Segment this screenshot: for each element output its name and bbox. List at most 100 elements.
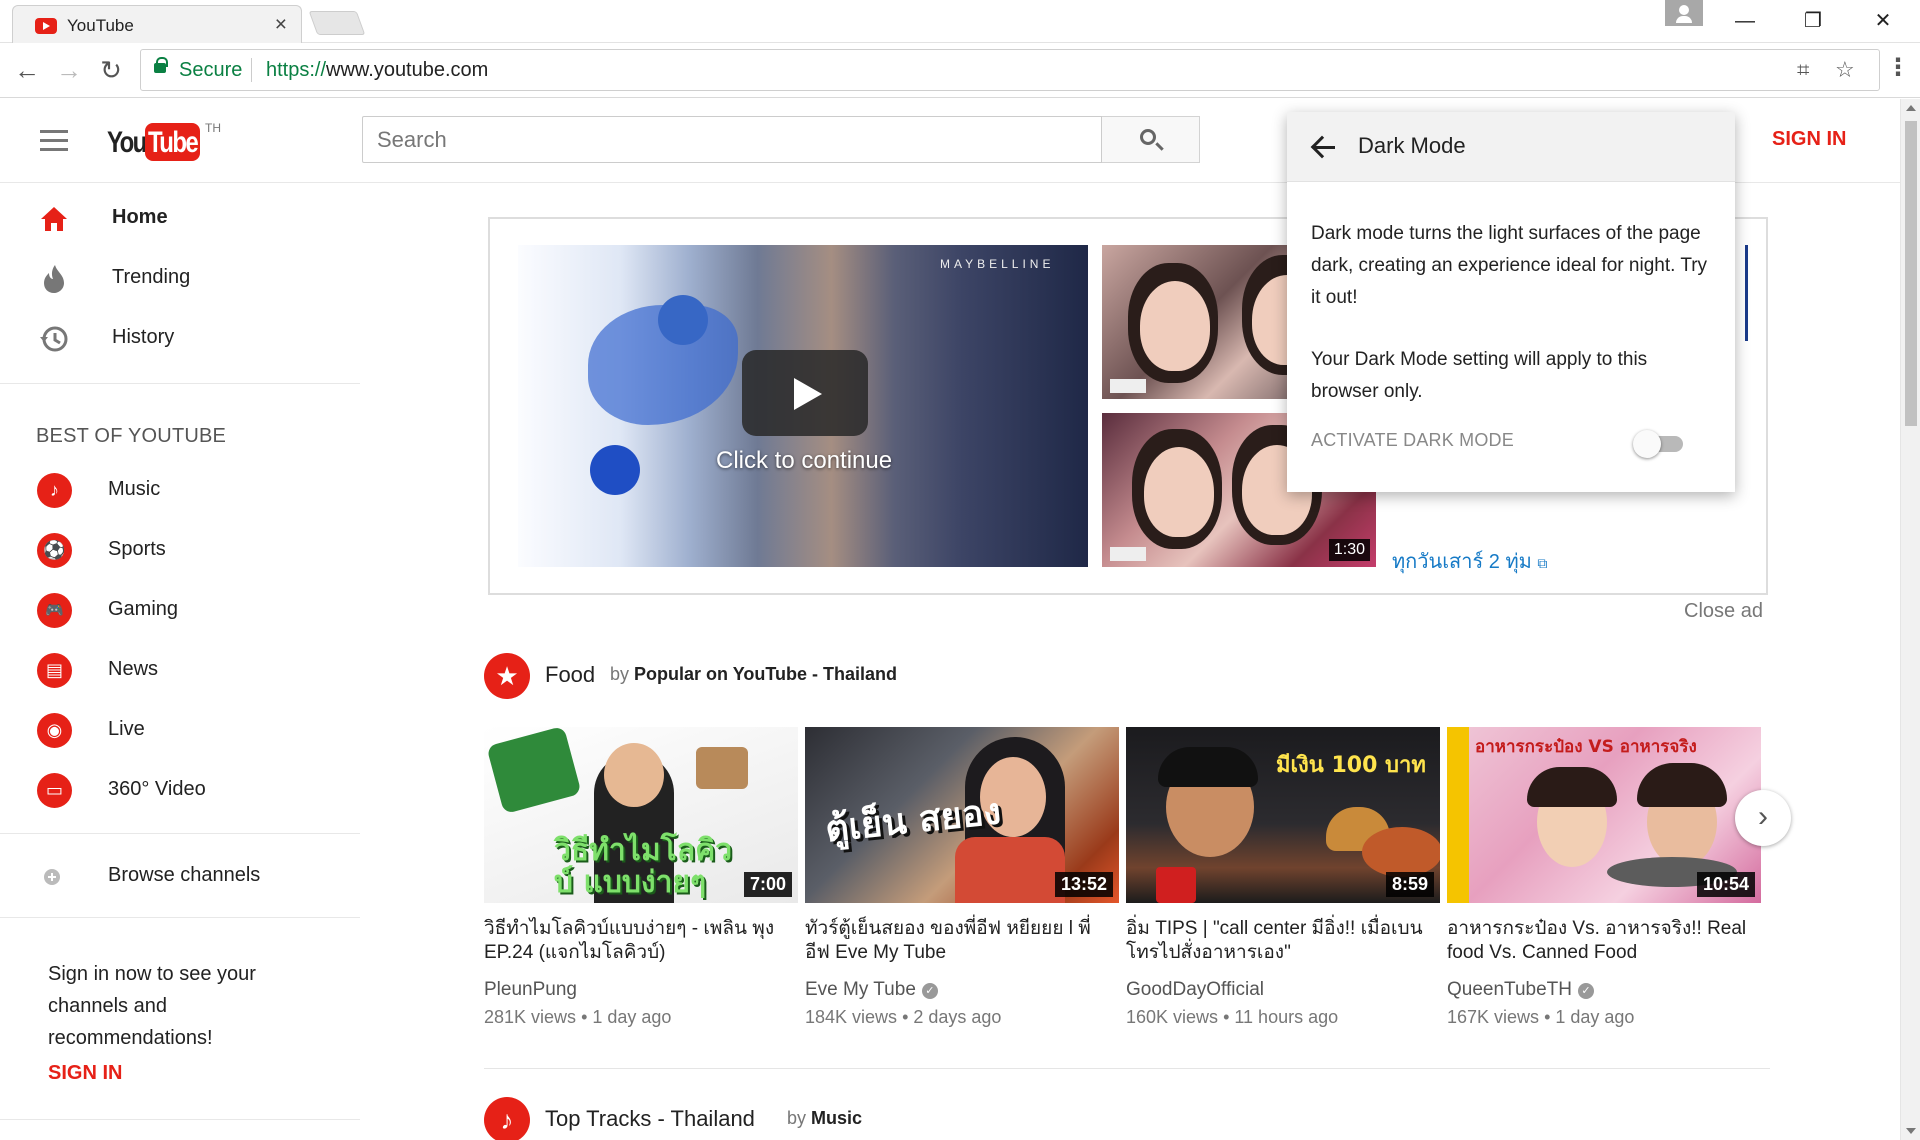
address-bar[interactable]: Secure https://www.youtube.com ⌗ ☆	[140, 49, 1880, 91]
dark-mode-toggle-label: ACTIVATE DARK MODE	[1311, 430, 1514, 450]
sidebar-item-label: History	[112, 326, 175, 348]
duration-badge: 1:30	[1328, 539, 1370, 561]
sidebar-item-label: Music	[108, 478, 161, 500]
sidebar-item-360-video[interactable]: ▭ 360° Video	[0, 763, 360, 819]
sidebar-item-music[interactable]: ♪ Music	[0, 463, 360, 519]
video-channel[interactable]: GoodDayOfficial	[1126, 979, 1264, 1001]
guide-menu-icon[interactable]	[40, 130, 68, 152]
search-button[interactable]	[1102, 116, 1200, 163]
sidebar-item-browse-channels[interactable]: Browse channels	[0, 849, 360, 905]
signin-button[interactable]: SIGN IN	[1772, 128, 1846, 151]
ad-schedule-link[interactable]: ทุกวันเสาร์ 2 ทุ่ม ⧉	[1392, 545, 1547, 577]
page-scrollbar[interactable]	[1900, 99, 1920, 1140]
sidebar-item-sports[interactable]: ⚽ Sports	[0, 523, 360, 579]
browser-toolbar: ← → ↻ Secure https://www.youtube.com ⌗ ☆…	[0, 43, 1920, 98]
shelf-divider	[484, 1068, 1770, 1069]
sidebar-item-trending[interactable]: Trending	[0, 251, 360, 307]
sidebar-item-label: Live	[108, 718, 145, 740]
thumbnail-overlay-text: อาหารกระป๋อง VS อาหารจริง	[1475, 737, 1697, 757]
view-count: 281K views	[484, 1007, 577, 1027]
video-card[interactable]: มีเงิน 100 บาท 8:59 อิ่ม TIPS | "call ce…	[1126, 727, 1440, 1027]
translate-icon[interactable]: ⌗	[1797, 57, 1809, 83]
shelf-title[interactable]: Food	[545, 662, 595, 688]
shelf-title[interactable]: Top Tracks - Thailand	[545, 1106, 755, 1132]
view-count: 184K views	[805, 1007, 898, 1027]
video-card[interactable]: วิธีทำไมโลคิวบ์ แบบง่ายๆ 7:00 วิธีทำไมโล…	[484, 727, 798, 1027]
click-to-continue[interactable]: Click to continue	[716, 447, 892, 475]
gaming-icon: 🎮	[37, 593, 72, 628]
duration-badge: 8:59	[1385, 872, 1434, 897]
video-channel[interactable]: Eve My Tube ✓	[805, 979, 938, 1001]
scroll-down-icon[interactable]	[1906, 1128, 1916, 1134]
search-input[interactable]	[362, 116, 1102, 163]
logo-country-code: TH	[205, 121, 221, 135]
best-of-youtube-heading: BEST OF YOUTUBE	[36, 425, 227, 447]
page-viewport: You Tube TH SIGN IN Home Trending Histor…	[0, 99, 1900, 1140]
duration-badge: 10:54	[1696, 872, 1755, 897]
sidebar-item-home[interactable]: Home	[0, 191, 360, 247]
tab-title: YouTube	[67, 16, 134, 35]
video-channel[interactable]: PleunPung	[484, 979, 577, 1001]
video-title[interactable]: ทัวร์ตู้เย็นสยอง ของพี่อีฟ หยียยย l พี่อ…	[805, 917, 1105, 965]
thumbnail-overlay-text: มีเงิน 100 บาท	[1276, 753, 1426, 778]
url-protocol: https://	[266, 59, 327, 81]
video-thumbnail[interactable]: วิธีทำไมโลคิวบ์ แบบง่ายๆ 7:00	[484, 727, 798, 903]
thumbnail-figure	[1140, 281, 1210, 371]
video-card[interactable]: อาหารกระป๋อง VS อาหารจริง 10:54 อาหารกระ…	[1447, 727, 1761, 1027]
shelf-byline: by Popular on YouTube - Thailand	[610, 664, 897, 685]
reload-icon[interactable]: ↻	[94, 53, 128, 87]
bookmark-star-icon[interactable]: ☆	[1835, 57, 1855, 83]
shelf-music-icon: ♪	[484, 1097, 530, 1140]
video-channel[interactable]: QueenTubeTH ✓	[1447, 979, 1594, 1001]
duration-badge: 7:00	[743, 872, 792, 897]
sidebar-item-news[interactable]: ▤ News	[0, 643, 360, 699]
youtube-favicon-icon	[35, 18, 57, 34]
video-card[interactable]: ตู้เย็น สยอง 13:52 ทัวร์ตู้เย็นสยอง ของพ…	[805, 727, 1119, 1027]
ad-brand-badge	[1110, 547, 1146, 561]
video-title[interactable]: อาหารกระป๋อง Vs. อาหารจริง!! Real food V…	[1447, 917, 1747, 965]
sidebar-item-label: Sports	[108, 538, 166, 560]
sidebar-item-gaming[interactable]: 🎮 Gaming	[0, 583, 360, 639]
back-arrow-icon[interactable]	[1311, 134, 1337, 160]
tab-close-icon[interactable]: ×	[275, 13, 287, 37]
upload-age: 1 day ago	[1555, 1007, 1635, 1027]
forward-icon[interactable]: →	[52, 53, 86, 87]
browser-menu-icon[interactable]: ⋮	[1886, 53, 1910, 82]
address-divider	[251, 58, 252, 82]
back-icon[interactable]: ←	[10, 53, 44, 87]
dark-mode-toggle[interactable]	[1633, 430, 1685, 458]
browser-tab[interactable]: YouTube ×	[12, 5, 302, 43]
play-icon[interactable]	[742, 350, 868, 436]
video-thumbnail[interactable]: มีเงิน 100 บาท 8:59	[1126, 727, 1440, 903]
video-thumbnail[interactable]: อาหารกระป๋อง VS อาหารจริง 10:54	[1447, 727, 1761, 903]
youtube-logo[interactable]: You Tube TH	[107, 121, 247, 163]
video-meta: 160K views • 11 hours ago	[1126, 1007, 1339, 1027]
video-title[interactable]: วิธีทำไมโลคิวบ์แบบง่ายๆ - เพลิน พุง EP.2…	[484, 917, 784, 965]
video-thumbnail[interactable]: ตู้เย็น สยอง 13:52	[805, 727, 1119, 903]
channel-name: Eve My Tube	[805, 979, 916, 1000]
video-title[interactable]: อิ่ม TIPS | "call center มีอิ่ง!! เมื่อเ…	[1126, 917, 1426, 965]
sidebar-item-live[interactable]: ◉ Live	[0, 703, 360, 759]
profile-icon[interactable]	[1665, 0, 1703, 26]
ad-video-player[interactable]: MAYBELLINE Click to continue	[518, 245, 1088, 567]
minimize-button[interactable]: —	[1722, 4, 1768, 38]
ad-paint-splash	[590, 445, 640, 495]
window-close-button[interactable]: ✕	[1860, 4, 1906, 38]
shelf-channel-link[interactable]: Music	[811, 1108, 862, 1128]
thumbnail-art	[696, 747, 748, 789]
sidebar-signin-link[interactable]: SIGN IN	[48, 1062, 122, 1085]
shelf-by-prefix: by	[610, 664, 630, 684]
upload-age: 2 days ago	[913, 1007, 1002, 1027]
scrollbar-thumb[interactable]	[1905, 121, 1917, 426]
verified-icon: ✓	[1577, 983, 1594, 999]
shelf-next-button[interactable]: ›	[1735, 790, 1791, 846]
sidebar-item-history[interactable]: History	[0, 311, 360, 367]
shelf-channel-link[interactable]: Popular on YouTube - Thailand	[634, 664, 897, 684]
new-tab-button[interactable]	[308, 11, 366, 35]
duration-badge: 13:52	[1054, 872, 1113, 897]
close-ad-button[interactable]: Close ad	[1684, 600, 1763, 623]
video-meta: 184K views • 2 days ago	[805, 1007, 1002, 1027]
restore-button[interactable]: ❐	[1790, 4, 1836, 38]
url-text[interactable]: https://www.youtube.com	[266, 59, 488, 82]
scroll-up-icon[interactable]	[1906, 105, 1916, 111]
